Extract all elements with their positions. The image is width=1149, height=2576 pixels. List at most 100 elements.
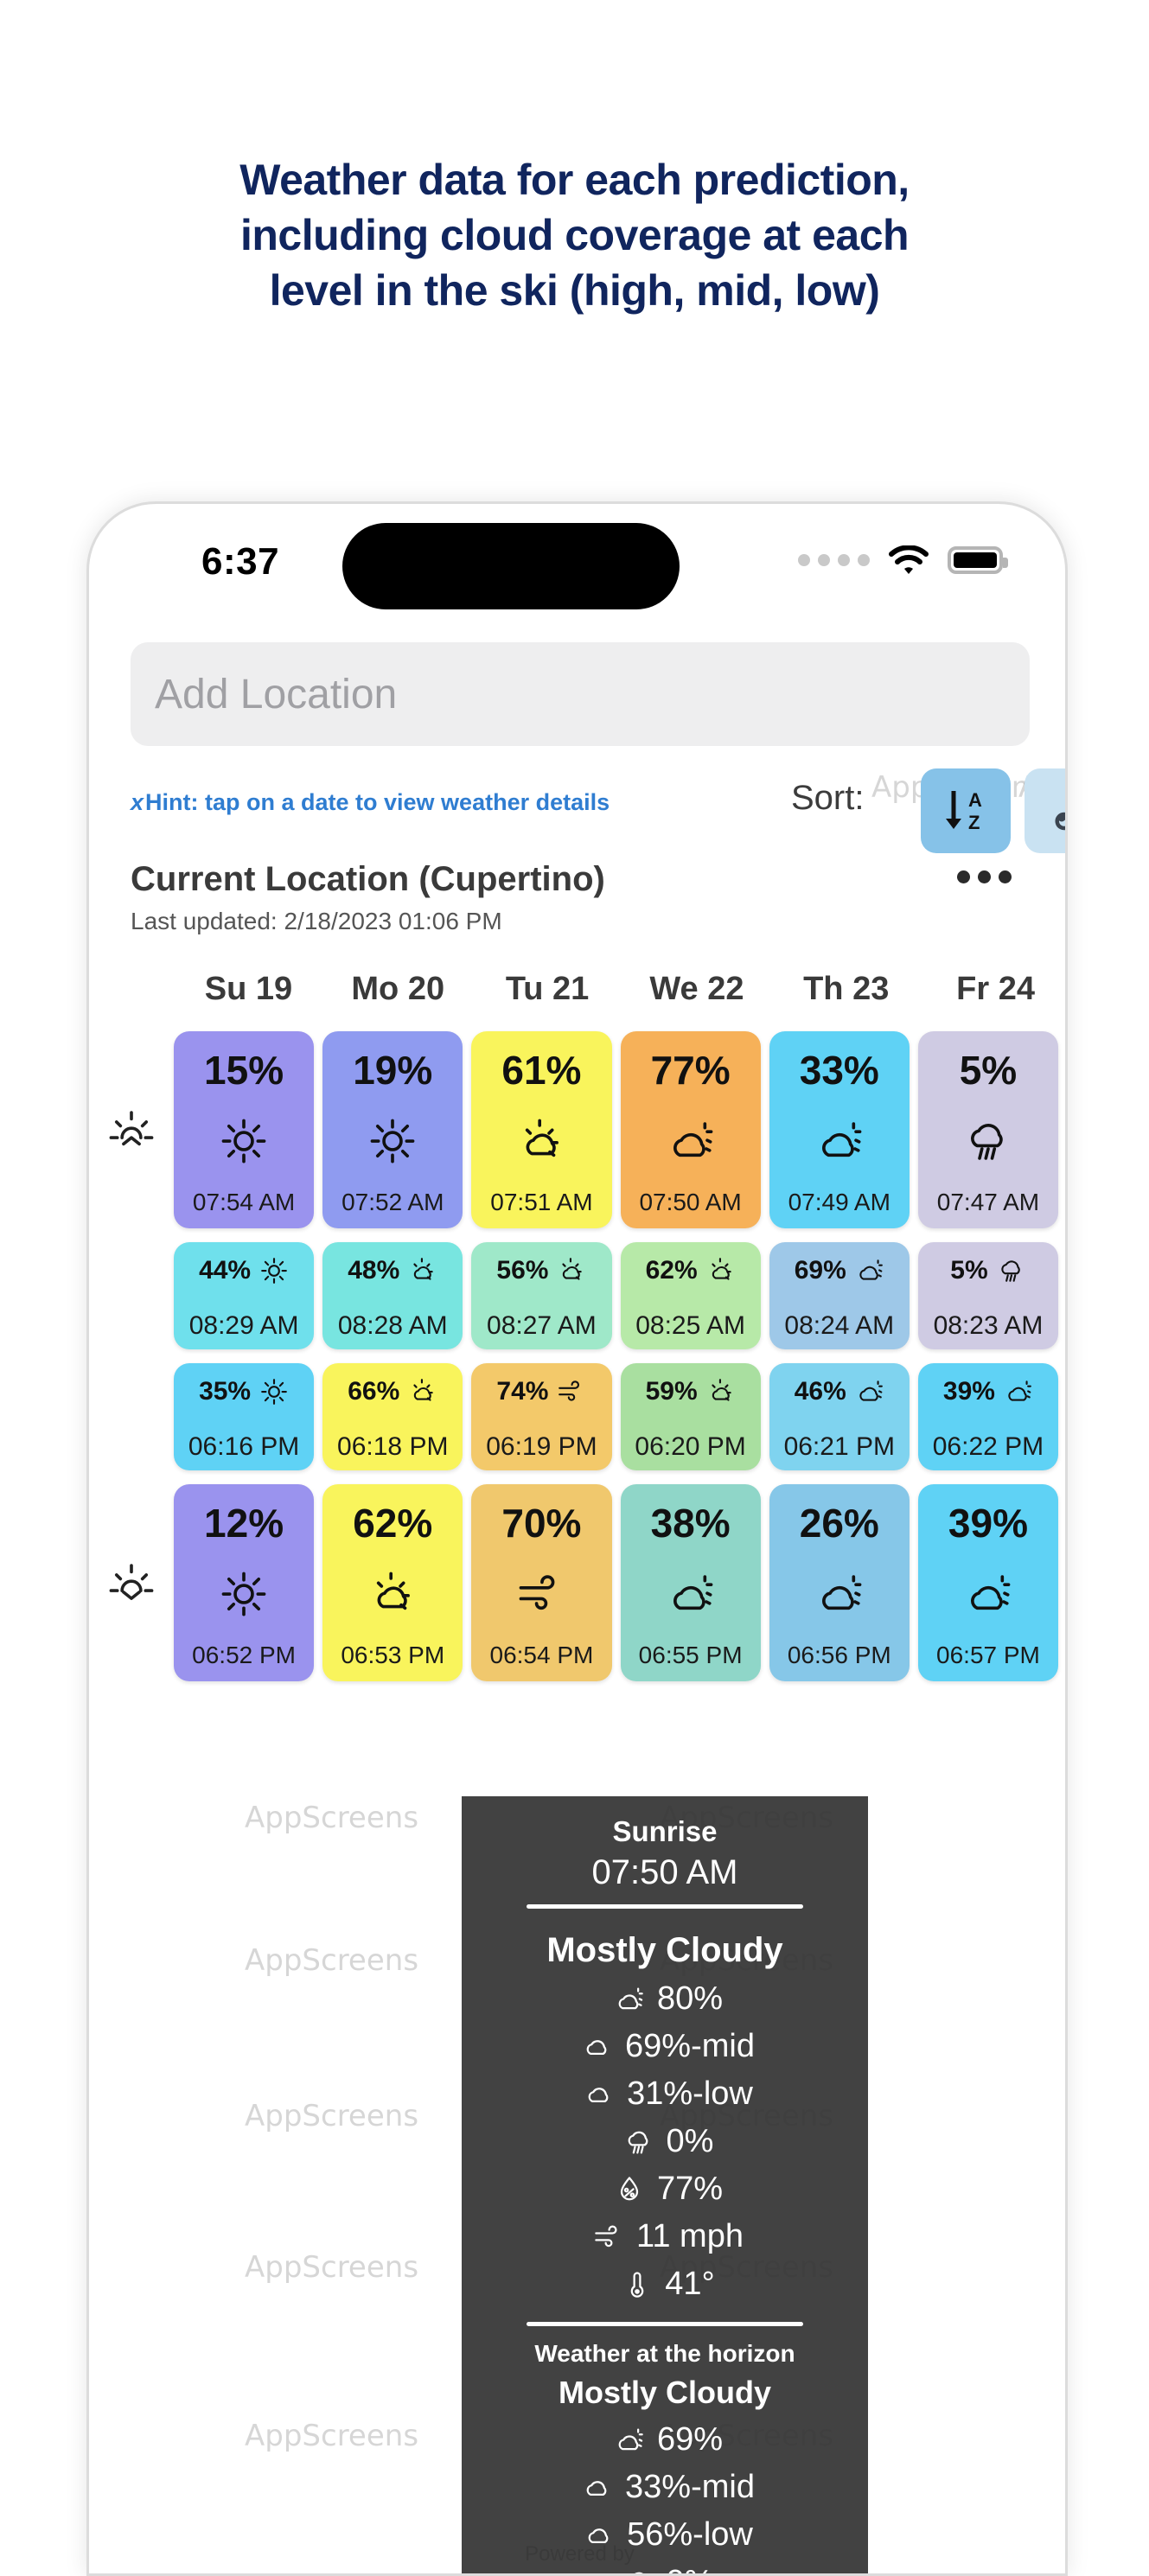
overlay-section2-label: Weather at the horizon <box>462 2340 868 2368</box>
cell-percent-row: 66% <box>348 1377 437 1406</box>
wind-icon <box>586 2222 624 2253</box>
info-icon: x <box>131 789 144 816</box>
cloud-percent: 62% <box>353 1500 432 1546</box>
forecast-cell[interactable]: 74%06:19 PM <box>471 1363 611 1470</box>
cell-percent-row: 39% <box>943 1377 1033 1406</box>
forecast-cell[interactable]: 5%07:47 AM <box>918 1031 1058 1228</box>
overlay-detail-value: 41° <box>665 2266 714 2303</box>
sort-alphabetical-icon: A Z <box>937 782 994 839</box>
forecast-cell[interactable]: 39%06:57 PM <box>918 1484 1058 1681</box>
headline-line-1: Weather data for each prediction, <box>78 152 1071 207</box>
more-options-icon[interactable] <box>957 870 1012 883</box>
sun-icon <box>259 1256 289 1285</box>
cloud-percent: 5% <box>960 1047 1017 1094</box>
sun-cloud-icon <box>706 1256 736 1285</box>
overlay-detail-line: 77% <box>462 2171 868 2208</box>
overlay-detail-value: 33%-mid <box>625 2469 755 2506</box>
forecast-cell[interactable]: 66% 06:18 PM <box>322 1363 463 1470</box>
cell-time: 08:28 AM <box>338 1311 448 1341</box>
forecast-cell[interactable]: 61%07:51 AM <box>471 1031 611 1228</box>
day-header-row: Su 19 Mo 20 Tu 21 We 22 Th 23 Fr 24 <box>89 971 1068 1008</box>
forecast-cell[interactable]: 62%06:53 PM <box>322 1484 463 1681</box>
sunrise-label: Sunrise <box>462 1815 868 1848</box>
cloud-percent: 39% <box>948 1500 1028 1546</box>
overlay-main-condition: Mostly Cloudy <box>462 1931 868 1970</box>
cloud-percent: 5% <box>950 1256 987 1285</box>
rain-cloud-icon <box>997 1256 1026 1285</box>
sun-cloud-icon <box>408 1377 437 1406</box>
cell-time: 06:56 PM <box>788 1642 891 1669</box>
forecast-cell[interactable]: 38%06:55 PM <box>621 1484 761 1681</box>
cell-percent-row: 48% <box>348 1256 437 1285</box>
forecast-cell[interactable]: 77% 07:50 AM <box>621 1031 761 1228</box>
humidity-icon <box>607 2174 645 2205</box>
forecast-cell[interactable]: 44% 08:29 AM <box>174 1242 314 1349</box>
cell-time: 06:19 PM <box>486 1432 597 1462</box>
overlay-detail-value: 77% <box>657 2171 723 2208</box>
overlay-detail-line: 11 mph <box>462 2218 868 2255</box>
forecast-cell[interactable]: 19%07:52 AM <box>322 1031 463 1228</box>
cell-percent-row: 62% <box>646 1256 736 1285</box>
forecast-cell[interactable]: 48% 08:28 AM <box>322 1242 463 1349</box>
overlay-detail-line: 80% <box>462 1980 868 2018</box>
sun-cloud-icon <box>408 1256 437 1285</box>
sort-by-location-button[interactable] <box>1025 768 1068 853</box>
location-header[interactable]: Current Location (Cupertino) Last update… <box>131 860 605 935</box>
forecast-row: 35%06:16 PM 66% 06:18 PM 74%06:19 PM59%06:2… <box>89 1363 1068 1470</box>
sun-icon <box>259 1256 289 1285</box>
forecast-cells: 44% 08:29 AM 48% 08:28 AM 56%08:27 AM 62% 08:2… <box>174 1242 1068 1349</box>
cloud-percent: 77% <box>651 1047 731 1094</box>
page-headline: Weather data for each prediction, includ… <box>0 152 1149 318</box>
sun-cloud-icon <box>706 1377 736 1406</box>
last-updated-text: Last updated: 2/18/2023 01:06 PM <box>131 908 605 935</box>
overlay-detail-line: 69%-mid <box>462 2028 868 2065</box>
cloud-percent: 62% <box>646 1256 698 1285</box>
forecast-cell[interactable]: 33%07:49 AM <box>769 1031 910 1228</box>
wind-icon <box>557 1377 586 1406</box>
sunrise-icon <box>106 1105 156 1155</box>
cloud-sun-icon <box>666 1116 716 1166</box>
forecast-cell[interactable]: 56%08:27 AM <box>471 1242 611 1349</box>
cell-time: 07:54 AM <box>193 1189 295 1216</box>
day-header: Fr 24 <box>921 971 1068 1008</box>
sunset-icon <box>106 1558 156 1608</box>
day-header: Su 19 <box>174 971 323 1008</box>
forecast-cell[interactable]: 26% 06:56 PM <box>769 1484 910 1681</box>
forecast-cell[interactable]: 5%08:23 AM <box>918 1242 1058 1349</box>
forecast-row: 44% 08:29 AM 48% 08:28 AM 56%08:27 AM 62% 08:2… <box>89 1242 1068 1349</box>
forecast-cell[interactable]: 62% 08:25 AM <box>621 1242 761 1349</box>
weather-detail-overlay[interactable]: Sunrise 07:50 AM Mostly Cloudy 80%69%-mi… <box>462 1796 868 2576</box>
cloud-percent: 12% <box>204 1500 284 1546</box>
battery-full-icon <box>948 546 1003 574</box>
forecast-cell[interactable]: 59%06:20 PM <box>621 1363 761 1470</box>
sort-alphabetical-button[interactable]: A Z <box>921 768 1011 853</box>
forecast-cell[interactable]: 12%06:52 PM <box>174 1484 314 1681</box>
cloud-sun-icon <box>963 1569 1013 1619</box>
forecast-cell[interactable]: 46%06:21 PM <box>769 1363 910 1470</box>
cloud-percent: 56% <box>496 1256 548 1285</box>
cloud-percent: 19% <box>353 1047 432 1094</box>
cloud-sun-icon <box>855 1377 884 1406</box>
sun-icon <box>259 1377 289 1406</box>
cloud-percent: 26% <box>800 1500 879 1546</box>
cell-time: 08:29 AM <box>189 1311 299 1341</box>
cell-percent-row: 44% <box>199 1256 289 1285</box>
overlay-detail-value: 31%-low <box>627 2075 753 2113</box>
cell-time: 08:25 AM <box>635 1311 745 1341</box>
forecast-cell[interactable]: 70%06:54 PM <box>471 1484 611 1681</box>
headline-line-2: including cloud coverage at each <box>78 207 1071 263</box>
forecast-cell[interactable]: 15%07:54 AM <box>174 1031 314 1228</box>
forecast-cell[interactable]: 69%08:24 AM <box>769 1242 910 1349</box>
forecast-cell[interactable]: 39%06:22 PM <box>918 1363 1058 1470</box>
cell-time: 07:50 AM <box>639 1189 741 1216</box>
sun-icon <box>367 1116 418 1166</box>
search-input[interactable]: Add Location <box>131 642 1030 746</box>
forecast-cell[interactable]: 35%06:16 PM <box>174 1363 314 1470</box>
rain-cloud-icon <box>963 1116 1013 1166</box>
sun-cloud-icon <box>408 1377 437 1406</box>
cell-time: 06:18 PM <box>337 1432 448 1462</box>
cell-time: 06:55 PM <box>639 1642 743 1669</box>
cloud-sun-icon <box>855 1377 884 1406</box>
cloud-sun-icon <box>1004 1377 1033 1406</box>
cloud-sun-icon <box>963 1569 1013 1619</box>
